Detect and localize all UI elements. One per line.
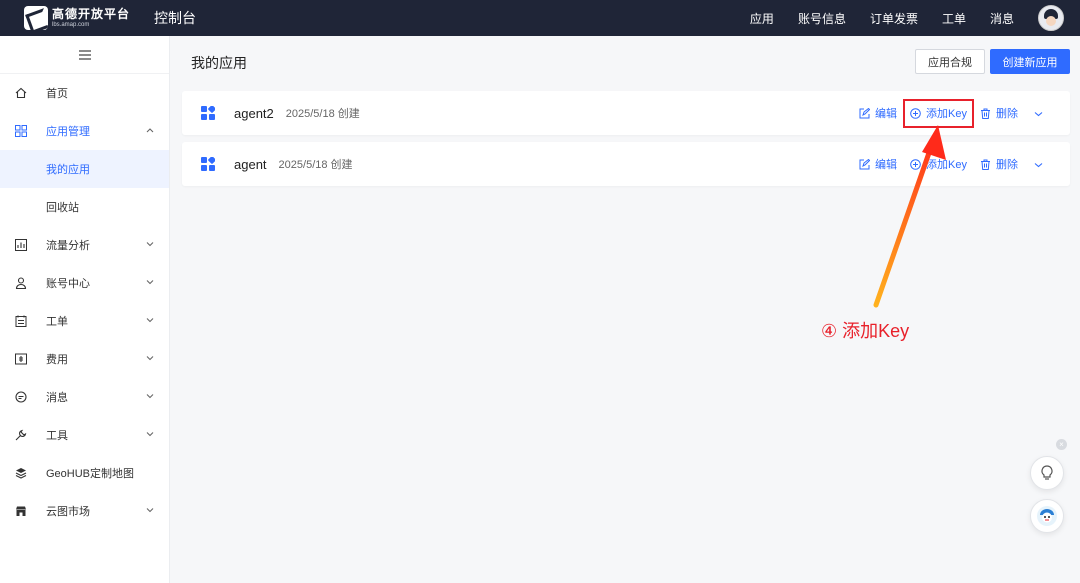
app-name[interactable]: agent [234, 157, 267, 172]
sidebar-item-label: 账号中心 [46, 278, 90, 290]
amap-logo[interactable]: 高德开放平台 lbs.amap.com [24, 6, 130, 30]
logo-mark-icon [24, 6, 48, 30]
user-avatar[interactable] [1038, 5, 1064, 31]
app-created-date: 2025/5/18 创建 [285, 108, 360, 120]
chevron-down-icon [145, 505, 155, 515]
ticket-icon [14, 314, 28, 328]
edit-label: 编辑 [875, 108, 898, 120]
logo-subtitle: lbs.amap.com [52, 22, 90, 28]
sidebar-item-cloud-market[interactable]: 云图市场 [0, 492, 169, 530]
edit-button[interactable]: 编辑 [859, 156, 897, 172]
app-grid-icon [201, 157, 215, 171]
app-compliance-button[interactable]: 应用合规 [915, 49, 985, 74]
sidebar-item-label: 工单 [46, 316, 68, 328]
edit-icon [859, 158, 871, 169]
sidebar-item-traffic-analysis[interactable]: 流量分析 [0, 226, 169, 264]
chevron-down-icon [145, 239, 155, 249]
expand-chevron-icon[interactable] [1034, 106, 1043, 120]
sidebar-item-tools[interactable]: 工具 [0, 416, 169, 454]
delete-button[interactable]: 删除 [980, 156, 1018, 172]
app-name[interactable]: agent2 [234, 106, 274, 121]
close-icon[interactable]: × [1056, 439, 1067, 450]
add-key-label: 添加Key [926, 159, 967, 171]
edit-icon [859, 107, 871, 118]
top-nav-bar: 高德开放平台 lbs.amap.com 控制台 应用 账号信息 订单发票 工单 … [0, 0, 1080, 36]
nav-messages[interactable]: 消息 [990, 10, 1014, 27]
sidebar-subitem-my-apps[interactable]: 我的应用 [0, 150, 169, 188]
billing-icon [14, 352, 28, 366]
sidebar-item-label: 消息 [46, 392, 68, 404]
sidebar-collapse-toggle[interactable] [0, 36, 169, 74]
nav-account-info[interactable]: 账号信息 [798, 10, 846, 27]
annotation-step-label: ④ 添加Key [821, 321, 910, 341]
wrench-icon [14, 428, 28, 442]
assistant-icon [1037, 506, 1057, 526]
add-key-button[interactable]: 添加Key [910, 156, 967, 172]
sidebar-item-billing[interactable]: 费用 [0, 340, 169, 378]
help-tips-button[interactable] [1030, 456, 1064, 490]
create-app-button[interactable]: 创建新应用 [990, 49, 1070, 74]
sidebar-item-account-center[interactable]: 账号中心 [0, 264, 169, 302]
chevron-down-icon [145, 353, 155, 363]
chevron-down-icon [145, 315, 155, 325]
sidebar-item-label: 云图市场 [46, 506, 90, 518]
sidebar-item-label: 流量分析 [46, 240, 90, 252]
sidebar-subitem-recycle-bin[interactable]: 回收站 [0, 188, 169, 226]
menu-icon [78, 49, 91, 60]
sidebar-item-label: GeoHUB定制地图 [46, 468, 135, 480]
app-grid-icon [201, 106, 215, 120]
sidebar: 首页 应用管理 我的应用 回收站 流量分析 账号中心 工单 费用 消息 工具 G… [0, 36, 170, 583]
layers-icon [14, 466, 28, 480]
lightbulb-icon [1041, 465, 1053, 480]
plus-circle-icon [910, 158, 921, 170]
message-icon [14, 390, 28, 404]
page-title: 我的应用 [191, 55, 247, 71]
sidebar-item-label: 工具 [46, 430, 68, 442]
trash-icon [981, 159, 990, 170]
app-actions: 编辑 添加Key 删除 [859, 142, 1070, 186]
edit-label: 编辑 [875, 159, 898, 171]
chevron-down-icon [145, 429, 155, 439]
nav-apps[interactable]: 应用 [750, 10, 774, 27]
delete-button[interactable]: 删除 [980, 105, 1018, 121]
grid-icon [14, 124, 28, 138]
chevron-up-icon [145, 125, 155, 135]
sidebar-item-geohub[interactable]: GeoHUB定制地图 [0, 454, 169, 492]
assistant-button[interactable] [1030, 499, 1064, 533]
user-icon [14, 276, 28, 290]
nav-orders-invoices[interactable]: 订单发票 [870, 10, 918, 27]
chevron-down-icon [145, 277, 155, 287]
delete-label: 删除 [996, 159, 1018, 171]
top-nav: 应用 账号信息 订单发票 工单 消息 [750, 0, 1080, 36]
store-icon [14, 504, 28, 518]
sidebar-item-tickets[interactable]: 工单 [0, 302, 169, 340]
chevron-down-icon [145, 391, 155, 401]
delete-label: 删除 [996, 108, 1018, 120]
app-row: agent 2025/5/18 创建 编辑 添加Key 删除 [182, 142, 1070, 186]
chart-icon [14, 238, 28, 252]
sidebar-item-app-management[interactable]: 应用管理 [0, 112, 169, 150]
trash-icon [981, 108, 990, 119]
sidebar-item-label: 首页 [46, 88, 68, 100]
add-key-highlight-box [903, 99, 974, 128]
app-created-date: 2025/5/18 创建 [278, 159, 353, 171]
logo-text: 高德开放平台 lbs.amap.com [52, 8, 130, 28]
sidebar-item-label: 应用管理 [46, 126, 90, 138]
console-title[interactable]: 控制台 [154, 8, 196, 28]
sidebar-item-home[interactable]: 首页 [0, 74, 169, 112]
logo-title: 高德开放平台 [52, 7, 131, 21]
sidebar-item-label: 费用 [46, 354, 68, 366]
expand-chevron-icon[interactable] [1034, 157, 1043, 171]
sidebar-item-messages[interactable]: 消息 [0, 378, 169, 416]
nav-tickets[interactable]: 工单 [942, 10, 966, 27]
home-icon [14, 86, 28, 100]
edit-button[interactable]: 编辑 [859, 105, 897, 121]
